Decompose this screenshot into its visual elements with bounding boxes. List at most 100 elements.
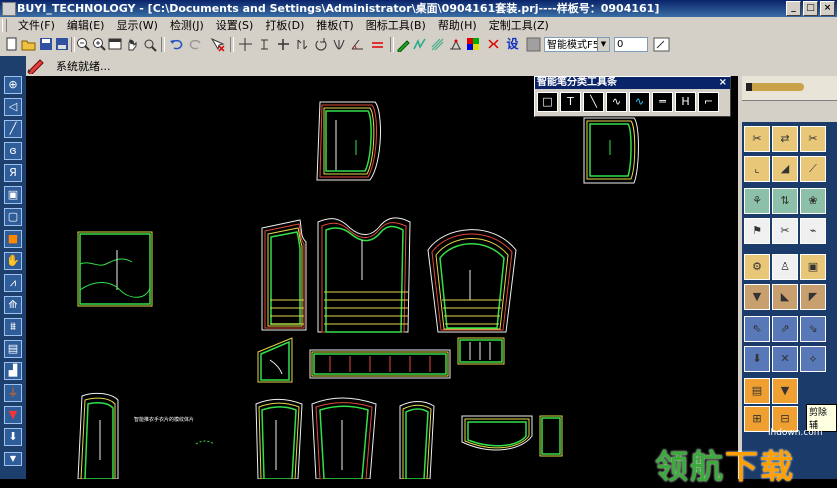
new-file-icon[interactable]	[4, 37, 19, 52]
pattern-piece-trouser-side[interactable]	[399, 401, 435, 480]
dart-tool-icon[interactable]	[332, 37, 347, 52]
gray-box-icon[interactable]	[526, 37, 541, 52]
value-input[interactable]: 0	[614, 37, 648, 52]
pattern-piece-square[interactable]	[77, 231, 153, 307]
tool-grid-icon[interactable]: ◤	[800, 284, 826, 310]
zoom-out-icon[interactable]	[76, 37, 91, 52]
delete-point-icon[interactable]	[210, 37, 225, 52]
tool-grid-icon[interactable]: ⌁	[800, 218, 826, 244]
ladder-tool-icon[interactable]: ⩩	[4, 318, 22, 336]
tool-grid-icon[interactable]: ✂	[744, 126, 770, 152]
pattern-piece-waistband[interactable]	[309, 349, 451, 379]
parallel-line-icon[interactable]	[370, 37, 385, 52]
tool-grid-icon[interactable]: ✕	[772, 346, 798, 372]
cross-tool-icon[interactable]	[276, 37, 291, 52]
tool-grid-icon[interactable]: ⇗	[772, 316, 798, 342]
pattern-piece-sleeve[interactable]	[427, 229, 517, 333]
tool-grid-icon[interactable]: ⚘	[744, 188, 770, 214]
tool-grid-icon[interactable]: ▣	[800, 254, 826, 280]
arc-tool-icon[interactable]: ◁	[4, 98, 22, 116]
tool-grid-icon[interactable]: ⇘	[800, 316, 826, 342]
tool-grid-icon[interactable]: ◣	[772, 284, 798, 310]
chevron-down-icon[interactable]: ▼	[597, 38, 609, 51]
zoom-fit-icon[interactable]	[142, 37, 157, 52]
pattern-piece-fly[interactable]	[539, 415, 563, 457]
offset-tool-icon[interactable]	[295, 37, 310, 52]
tool-grid-icon[interactable]: ⇅	[772, 188, 798, 214]
tool-grid-icon[interactable]: ⟡	[800, 346, 826, 372]
grade-arrows-icon[interactable]	[430, 37, 445, 52]
rectangle-tool-icon[interactable]: □	[537, 92, 558, 112]
tool-grid-icon[interactable]: ⚑	[744, 218, 770, 244]
tool-grid-icon[interactable]: ⌞	[744, 156, 770, 182]
transform-tool-icon[interactable]: Я	[4, 164, 22, 182]
tool-grid-icon[interactable]: ⊞	[744, 406, 770, 432]
pattern-piece-front[interactable]	[261, 219, 307, 331]
save-as-icon[interactable]	[54, 37, 69, 52]
tool-grid-icon[interactable]: ⚙	[744, 254, 770, 280]
pattern-piece-trouser-left[interactable]	[77, 392, 119, 480]
curve-pen-icon[interactable]	[412, 37, 427, 52]
pattern-piece-small-pocket[interactable]	[583, 117, 639, 184]
pattern-piece-collar[interactable]	[257, 337, 293, 383]
tool-grid-icon[interactable]: ♙	[772, 254, 798, 280]
tool-grid-icon[interactable]: ✂	[772, 218, 798, 244]
menu-settings[interactable]: 设置(S)	[216, 17, 254, 34]
minimize-button[interactable]: _	[786, 1, 801, 16]
grid-tool-icon[interactable]: ▟	[4, 362, 22, 380]
scroll-down-icon[interactable]: ▼	[4, 452, 22, 466]
disk-tool-icon[interactable]: ▤	[4, 340, 22, 358]
measure-tool-icon[interactable]	[448, 37, 463, 52]
tool-grid-icon[interactable]: ⟋	[800, 156, 826, 182]
close-button[interactable]: ×	[820, 1, 835, 16]
tool-grid-icon[interactable]: ⇄	[772, 126, 798, 152]
corner-tool-icon[interactable]: ⌐	[698, 92, 719, 112]
menu-check[interactable]: 检测(J)	[170, 17, 204, 34]
orange-tool-icon[interactable]: ■	[4, 230, 22, 248]
color-palette-icon[interactable]	[466, 37, 481, 52]
t-square-tool-icon[interactable]: T	[560, 92, 581, 112]
split-tool-icon[interactable]	[257, 37, 272, 52]
redo-icon[interactable]	[188, 37, 203, 52]
tool-grid-icon[interactable]: ❀	[800, 188, 826, 214]
hand-tool-icon[interactable]: ✋	[4, 252, 22, 270]
frame-tool-icon[interactable]: ▢	[4, 208, 22, 226]
down-arrow-tool-icon[interactable]: ▼	[4, 406, 22, 424]
diagonal-tool-icon[interactable]: ╲	[583, 92, 604, 112]
pattern-piece-back[interactable]	[317, 217, 411, 333]
menu-edit[interactable]: 编辑(E)	[67, 17, 105, 34]
pattern-piece-tab[interactable]	[457, 337, 505, 365]
smart-pen-tool-icon[interactable]: ⊕	[4, 76, 22, 94]
menu-view[interactable]: 显示(W)	[116, 17, 157, 34]
down-tool-icon[interactable]: ⬇	[4, 428, 22, 446]
wave-curve-tool-icon[interactable]: ∿	[606, 92, 627, 112]
menu-icon-tools[interactable]: 图标工具(B)	[366, 17, 426, 34]
pattern-piece-trouser-back[interactable]	[311, 397, 377, 480]
zoom-in-icon[interactable]	[92, 37, 107, 52]
undo-icon[interactable]	[168, 37, 183, 52]
maximize-button[interactable]: □	[803, 1, 818, 16]
tool-grid-icon[interactable]: ⬇	[744, 346, 770, 372]
ruler-tool-icon[interactable]: ⩘	[4, 274, 22, 292]
floating-toolbar-close-button[interactable]: ×	[719, 77, 727, 89]
wave-line-tool-icon[interactable]: ∿	[629, 92, 650, 112]
parallel-tool-icon[interactable]: ═	[652, 92, 673, 112]
pencil-large-icon[interactable]	[746, 83, 804, 91]
spiral-tool-icon[interactable]: ɞ	[4, 142, 22, 160]
app-icon[interactable]	[2, 2, 16, 16]
menu-help[interactable]: 帮助(H)	[438, 17, 477, 34]
menu-file[interactable]: 文件(F)	[18, 17, 55, 34]
zoom-window-icon[interactable]	[108, 37, 123, 52]
menu-pattern[interactable]: 打板(D)	[265, 17, 304, 34]
tool-grid-icon[interactable]: ⇖	[744, 316, 770, 342]
pattern-piece-pocket-bag[interactable]	[461, 415, 533, 451]
grading-tool-icon[interactable]	[486, 37, 501, 52]
angle-tool-icon[interactable]	[350, 37, 365, 52]
menu-custom-tools[interactable]: 定制工具(Z)	[489, 17, 549, 34]
funnel-tool-icon[interactable]: ⏚	[4, 384, 22, 402]
h-tool-icon[interactable]: H	[675, 92, 696, 112]
tool-grid-icon[interactable]: ▤	[744, 378, 770, 404]
tool-grid-icon[interactable]: ▼	[744, 284, 770, 310]
square-tool-icon[interactable]: ▣	[4, 186, 22, 204]
settings-label-button[interactable]: 设	[505, 37, 520, 52]
